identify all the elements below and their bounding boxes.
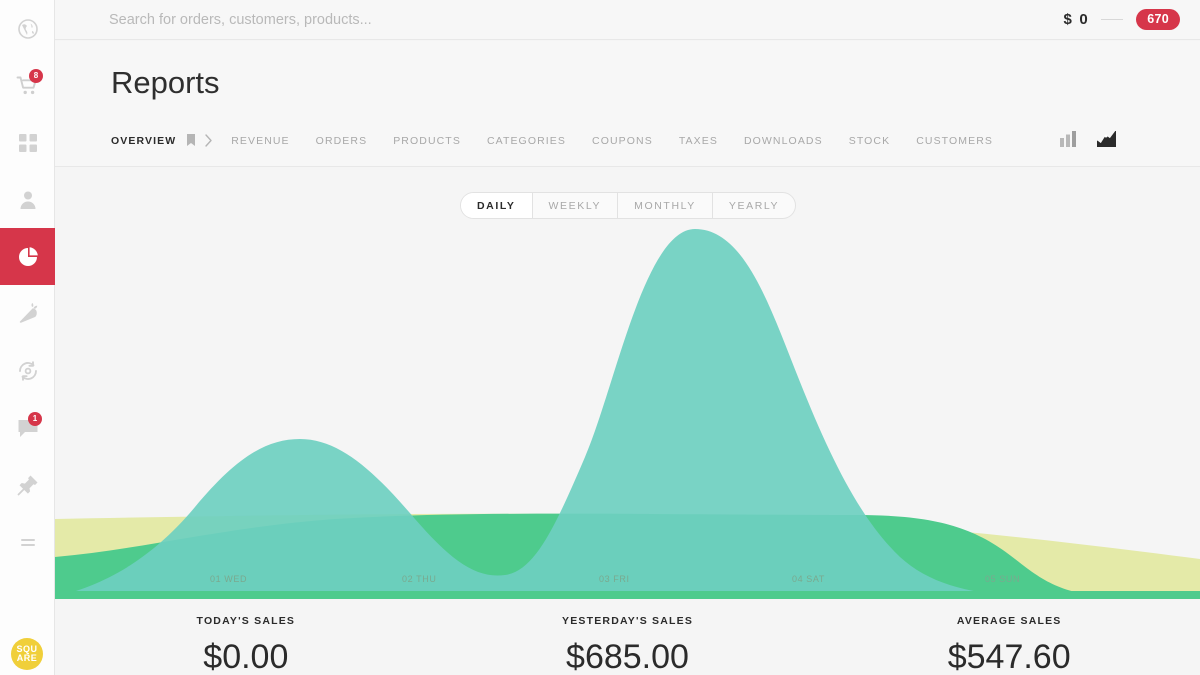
tab-categories[interactable]: CATEGORIES	[487, 135, 566, 147]
cart-total: $0	[1064, 11, 1089, 28]
divider	[1101, 19, 1124, 20]
search-input[interactable]	[109, 11, 629, 28]
sidebar-item-messages[interactable]: 1	[0, 399, 55, 456]
user-icon	[20, 191, 35, 209]
currency-symbol: $	[1063, 11, 1073, 28]
tab-customers[interactable]: CUSTOMERS	[916, 135, 993, 147]
carrot-icon	[19, 302, 37, 323]
tab-bookmark-group[interactable]	[186, 134, 213, 147]
pie-chart-icon	[18, 246, 38, 266]
messages-badge: 1	[28, 412, 42, 426]
area-chart-icon[interactable]	[1097, 131, 1116, 147]
square-logo[interactable]: SQU ARE	[11, 638, 43, 670]
globe-icon	[17, 18, 38, 39]
menu-icon	[20, 538, 35, 546]
x-tick-label-4: 05 SUN	[985, 574, 1020, 584]
x-tick-label-0: 01 WED	[210, 574, 247, 584]
x-tick-label-1: 02 THU	[402, 574, 436, 584]
bar-chart-icon[interactable]	[1060, 131, 1077, 147]
stat-label: YESTERDAY'S SALES	[561, 615, 694, 627]
tab-bar: OVERVIEW REVENUE ORDERS PRODUCTS CATEGOR…	[111, 134, 1019, 147]
sidebar-item-cart[interactable]: 8	[0, 57, 55, 114]
reports-page: 8 1 SQU ARE Search for orders, customers…	[0, 0, 1200, 675]
stats-row: TODAY'S SALES $0.00 YESTERDAY'S SALES $6…	[55, 600, 1200, 675]
chart-type-toggle-group	[1060, 131, 1116, 147]
stat-todays-sales: TODAY'S SALES $0.00	[55, 600, 437, 675]
stat-value: $685.00	[566, 638, 689, 675]
tab-products[interactable]: PRODUCTS	[393, 135, 461, 147]
tab-orders[interactable]: ORDERS	[316, 135, 368, 147]
sidebar-item-more[interactable]	[0, 513, 55, 570]
sidebar-item-products[interactable]	[0, 285, 55, 342]
sync-icon	[18, 360, 37, 381]
tab-taxes[interactable]: TAXES	[679, 135, 718, 147]
stat-value: $547.60	[947, 638, 1071, 675]
chevron-right-icon	[205, 134, 212, 147]
x-tick-label-2: 03 FRI	[599, 574, 630, 584]
tab-coupons[interactable]: COUPONS	[592, 135, 653, 147]
tab-overview[interactable]: OVERVIEW	[111, 135, 176, 147]
chart-svg: 01 WED 02 THU 03 FRI 04 SAT 05 SUN	[55, 229, 1200, 599]
tab-revenue[interactable]: REVENUE	[231, 135, 289, 147]
sales-area-chart[interactable]: 01 WED 02 THU 03 FRI 04 SAT 05 SUN	[55, 167, 1200, 599]
tab-downloads[interactable]: DOWNLOADS	[744, 135, 823, 147]
sidebar-item-sync[interactable]	[0, 342, 55, 399]
sidebar-item-globe[interactable]	[0, 0, 55, 57]
stat-value: $0.00	[203, 638, 289, 675]
orders-count-badge[interactable]: 670	[1136, 9, 1180, 30]
stat-yesterdays-sales: YESTERDAY'S SALES $685.00	[437, 600, 819, 675]
top-bar: $0 670	[55, 0, 1200, 40]
square-logo-line2: ARE	[16, 653, 38, 663]
sidebar-item-pinned[interactable]	[0, 456, 55, 513]
page-header: Reports OVERVIEW REVENUE ORDERS PRODUCTS…	[55, 41, 1200, 167]
period-yearly[interactable]: YEARLY	[713, 193, 795, 218]
cart-badge: 8	[29, 69, 43, 83]
stat-label: AVERAGE SALES	[956, 615, 1062, 627]
sidebar-item-dashboard[interactable]	[0, 114, 55, 171]
topbar-right: $0 670	[1064, 9, 1200, 30]
grid-icon	[18, 133, 37, 152]
stat-label: TODAY'S SALES	[196, 615, 296, 627]
chart-baseline-strip	[55, 591, 1200, 599]
x-tick-label-3: 04 SAT	[792, 574, 825, 584]
pin-icon	[17, 475, 37, 495]
sidebar-item-reports[interactable]	[0, 228, 55, 285]
cart-total-value: 0	[1079, 11, 1089, 28]
page-title: Reports	[111, 65, 220, 100]
sidebar: 8 1 SQU ARE	[0, 0, 55, 675]
tab-stock[interactable]: STOCK	[849, 135, 890, 147]
bookmark-icon	[187, 134, 196, 146]
sidebar-item-customers[interactable]	[0, 171, 55, 228]
period-switch: DAILY WEEKLY MONTHLY YEARLY	[460, 192, 797, 219]
period-daily[interactable]: DAILY	[461, 193, 533, 218]
period-weekly[interactable]: WEEKLY	[533, 193, 619, 218]
stat-average-sales: AVERAGE SALES $547.60	[818, 600, 1200, 675]
period-monthly[interactable]: MONTHLY	[618, 193, 713, 218]
